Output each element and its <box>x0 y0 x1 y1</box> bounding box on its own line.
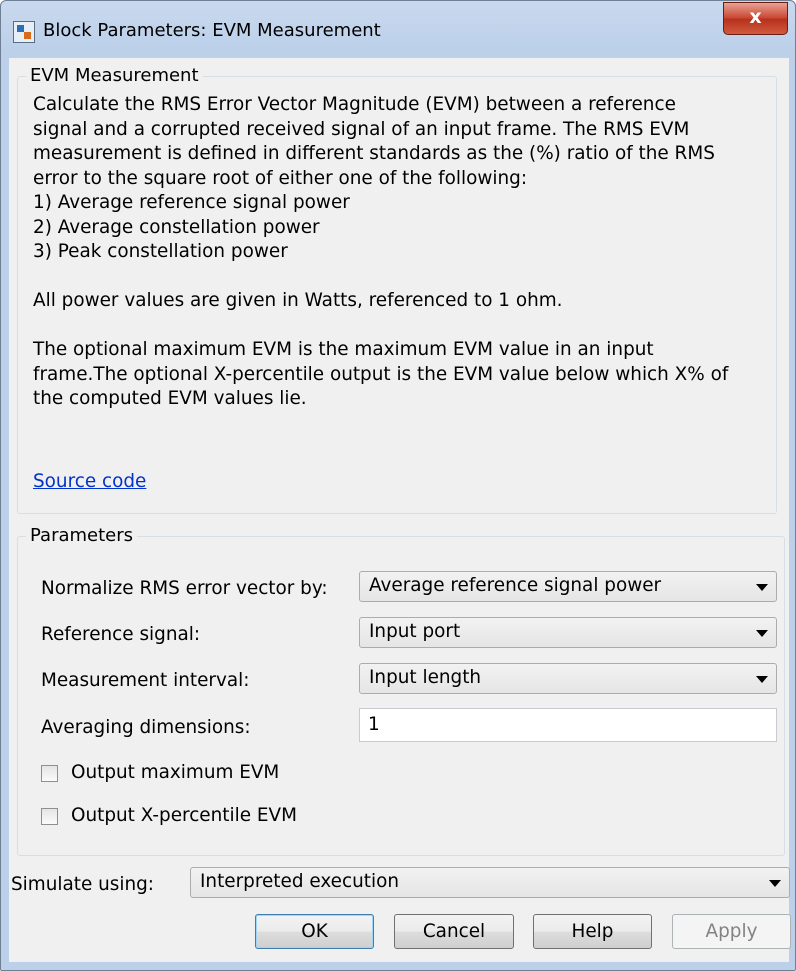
simulate-using-dropdown[interactable]: Interpreted execution <box>190 867 790 898</box>
simulate-using-label: Simulate using: <box>11 874 154 895</box>
output-max-evm-label: Output maximum EVM <box>71 762 280 783</box>
averaging-dimensions-field[interactable]: 1 <box>359 708 777 742</box>
averaging-dimensions-value: 1 <box>368 714 380 735</box>
simulink-block-icon <box>13 21 35 43</box>
chevron-down-icon <box>756 584 768 591</box>
reference-signal-label: Reference signal: <box>41 624 201 645</box>
reference-signal-dropdown[interactable]: Input port <box>359 617 777 648</box>
chevron-down-icon <box>756 676 768 683</box>
normalize-dropdown[interactable]: Average reference signal power <box>359 571 777 602</box>
simulate-using-value: Interpreted execution <box>200 871 399 892</box>
measurement-interval-label: Measurement interval: <box>41 670 250 691</box>
measurement-interval-value: Input length <box>369 667 482 688</box>
normalize-label: Normalize RMS error vector by: <box>41 578 328 599</box>
close-button[interactable]: x <box>723 2 788 35</box>
help-button[interactable]: Help <box>533 914 652 949</box>
ok-button[interactable]: OK <box>255 914 374 949</box>
normalize-value: Average reference signal power <box>369 575 662 596</box>
output-max-evm-checkbox[interactable] <box>41 765 58 782</box>
source-code-link[interactable]: Source code <box>33 471 146 492</box>
group-legend-parameters: Parameters <box>26 525 138 546</box>
group-legend-evm: EVM Measurement <box>26 65 203 86</box>
title-bar[interactable]: Block Parameters: EVM Measurement x <box>1 1 795 63</box>
close-icon: x <box>749 6 762 28</box>
block-description: Calculate the RMS Error Vector Magnitude… <box>33 93 753 412</box>
chevron-down-icon <box>769 880 781 887</box>
output-xpct-evm-checkbox[interactable] <box>41 808 58 825</box>
measurement-interval-dropdown[interactable]: Input length <box>359 663 777 694</box>
averaging-dimensions-label: Averaging dimensions: <box>41 717 251 738</box>
description-paragraph: The optional maximum EVM is the maximum … <box>33 339 729 409</box>
description-paragraph: Calculate the RMS Error Vector Magnitude… <box>33 94 715 262</box>
apply-button[interactable]: Apply <box>672 914 791 949</box>
dialog-window: Block Parameters: EVM Measurement x EVM … <box>0 0 796 971</box>
cancel-button[interactable]: Cancel <box>394 914 514 949</box>
window-title: Block Parameters: EVM Measurement <box>43 20 381 41</box>
description-paragraph: All power values are given in Watts, ref… <box>33 290 563 311</box>
output-xpct-evm-label: Output X-percentile EVM <box>71 805 297 826</box>
chevron-down-icon <box>756 630 768 637</box>
reference-signal-value: Input port <box>369 621 461 642</box>
